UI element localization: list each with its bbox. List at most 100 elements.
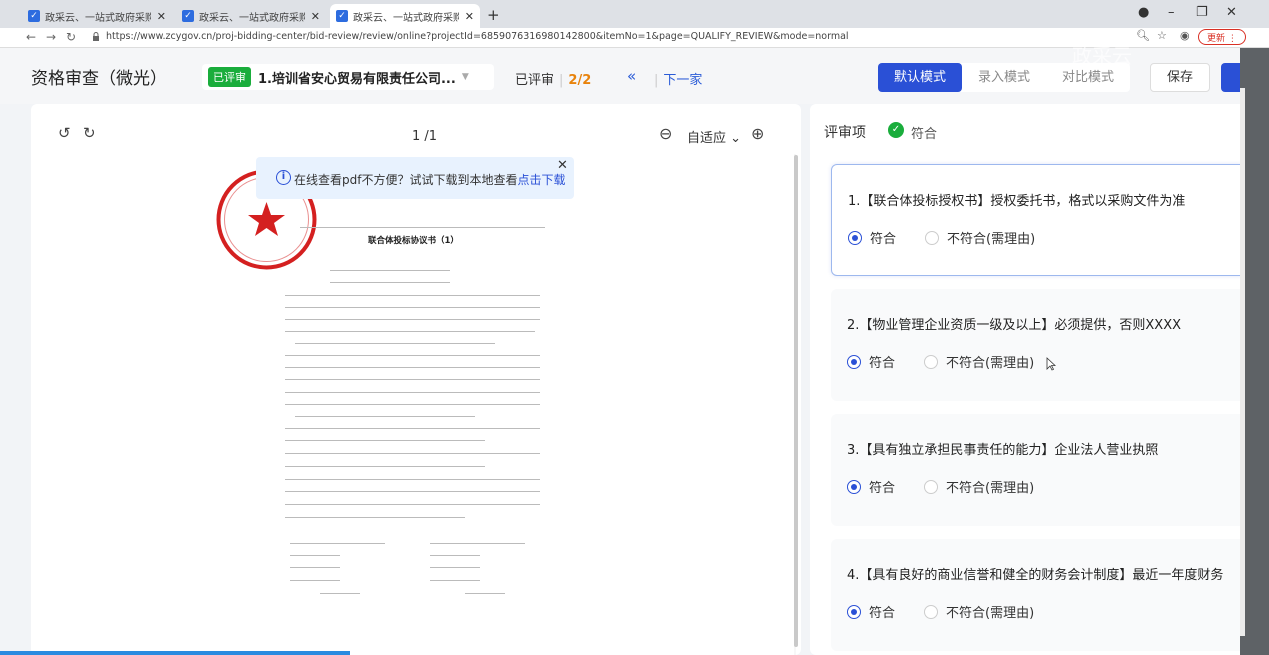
fail-radio[interactable] [924, 354, 939, 369]
pass-radio[interactable] [847, 354, 861, 369]
divider [290, 555, 340, 556]
new-tab-button[interactable]: + [487, 6, 500, 24]
divider [285, 453, 540, 454]
divider [285, 428, 540, 429]
browser-tab-bar: ✓ 政采云、一站式政府采购云平台· ✕ ✓ 政采云、一站式政府采购云平台· ✕ … [0, 0, 1269, 28]
divider [285, 319, 540, 320]
browser-tab-1[interactable]: ✓ 政采云、一站式政府采购云平台· ✕ [22, 4, 172, 28]
pass-radio[interactable] [847, 479, 861, 494]
criterion-card-2[interactable]: 2.【物业管理企业资质一级及以上】必须提供，否则XXXX 符合 不符合(需理由) [831, 289, 1240, 401]
bidder-name: 1.培训省安心贸易有限责任公司... [258, 71, 456, 87]
reload-icon[interactable]: ↻ [66, 30, 76, 44]
review-status: 符合 [911, 127, 938, 142]
close-icon[interactable]: ✕ [157, 10, 166, 23]
page-title: 资格审查（微光） [31, 69, 167, 89]
window-close-icon[interactable]: ✕ [1226, 5, 1237, 20]
divider [285, 404, 540, 405]
rotate-left-icon[interactable]: ↺ [58, 124, 71, 142]
pass-radio[interactable] [847, 604, 861, 619]
divider [285, 379, 540, 380]
fail-radio[interactable] [924, 604, 939, 619]
site-favicon-icon: ✓ [28, 10, 40, 22]
browser-tab-2[interactable]: ✓ 政采云、一站式政府采购云平台· ✕ [176, 4, 326, 28]
bidder-select[interactable]: 已评审 1.培训省安心贸易有限责任公司... ▼ [202, 64, 494, 90]
divider [285, 331, 535, 332]
review-panel: 评审项 ✓ 符合 1.【联合体投标授权书】授权委托书，格式以采购文件为准 符合 … [810, 104, 1240, 655]
update-button[interactable]: 更新 ⋮ [1198, 29, 1246, 45]
url-text[interactable]: https://www.zcygov.cn/proj-bidding-cente… [106, 31, 849, 42]
criterion-card-1[interactable]: 1.【联合体投标授权书】授权委托书，格式以采购文件为准 符合 不符合(需理由) [831, 164, 1240, 276]
divider [285, 440, 485, 441]
info-icon: i [276, 170, 291, 185]
reviewed-count: 2/2 [568, 73, 592, 88]
rotate-right-icon[interactable]: ↻ [83, 124, 96, 142]
review-scrollbar[interactable] [1240, 88, 1245, 636]
watermark-logo: 政采云 [1072, 44, 1132, 68]
zoom-mode-select[interactable]: 自适应 ⌄ [687, 127, 741, 146]
pass-label: 符合 [869, 481, 896, 496]
banner-message: 在线查看pdf不方便？试试下载到本地查看 [294, 173, 518, 187]
site-favicon-icon: ✓ [336, 10, 348, 22]
fail-radio[interactable] [924, 479, 939, 494]
divider [285, 466, 485, 467]
close-icon[interactable]: ✕ [557, 158, 568, 173]
divider [430, 567, 480, 568]
divider [320, 593, 360, 594]
close-icon[interactable]: ✕ [465, 10, 474, 23]
reviewed-label: 已评审 [515, 73, 555, 88]
record-icon[interactable]: ● [1138, 5, 1149, 20]
review-header: 资格审查（微光） 已评审 1.培训省安心贸易有限责任公司... ▼ 已评审 | 2/… [0, 48, 1240, 104]
lock-icon [93, 32, 99, 41]
fail-label: 不符合(需理由) [946, 481, 1035, 496]
pdf-toolbar: ↺ ↻ 1 /1 ⊖ 自适应 ⌄ ⊕ [31, 104, 801, 154]
maximize-icon[interactable]: ❐ [1196, 5, 1208, 20]
zoom-icon[interactable]: 🔍︎ [1136, 29, 1150, 42]
zoom-in-icon[interactable]: ⊕ [751, 124, 764, 143]
page-indicator: 1 /1 [412, 129, 438, 144]
fail-label: 不符合(需理由) [947, 232, 1036, 247]
divider [285, 491, 540, 492]
fail-label: 不符合(需理由) [946, 606, 1035, 621]
divider [290, 567, 340, 568]
divider [285, 517, 465, 518]
mode-entry-button[interactable]: 录入模式 [962, 63, 1046, 92]
criterion-title: 2.【物业管理企业资质一级及以上】必须提供，否则XXXX [847, 318, 1182, 333]
close-icon[interactable]: ✕ [311, 10, 320, 23]
previous-bidder-icon[interactable]: « [627, 67, 636, 85]
fail-label: 不符合(需理由) [946, 356, 1035, 371]
tab-title: 政采云、一站式政府采购云平台· [45, 12, 151, 24]
review-heading: 评审项 [824, 125, 866, 141]
next-bidder-link[interactable]: | 下一家 [654, 69, 702, 88]
criterion-card-3[interactable]: 3.【具有独立承担民事责任的能力】企业法人营业执照 符合 不符合(需理由) [831, 414, 1240, 526]
mode-default-button[interactable]: 默认模式 [878, 63, 963, 92]
bookmark-star-icon[interactable]: ☆ [1157, 29, 1167, 42]
zoom-out-icon[interactable]: ⊖ [659, 124, 672, 143]
check-circle-icon: ✓ [888, 122, 904, 138]
tab-title: 政采云、一站式政府采购云平台· [353, 12, 459, 24]
back-icon[interactable]: ← [26, 30, 36, 44]
forward-icon[interactable]: → [46, 30, 56, 44]
document-scrollbar[interactable] [794, 155, 798, 647]
divider [290, 580, 340, 581]
submit-button[interactable] [1221, 63, 1240, 92]
pass-label: 符合 [869, 356, 896, 371]
document-title: 联合体投标协议书（1） [368, 236, 459, 246]
criterion-title: 3.【具有独立承担民事责任的能力】企业法人营业执照 [847, 443, 1159, 458]
criterion-card-4[interactable]: 4.【具有良好的商业信誉和健全的财务会计制度】最近一年度财务 符合 不符合(需理… [831, 539, 1240, 651]
divider [430, 580, 480, 581]
reviewed-tag: 已评审 [208, 67, 251, 87]
pass-radio[interactable] [848, 230, 862, 245]
chevron-down-icon: ▼ [461, 72, 469, 82]
download-link[interactable]: 点击下载 [517, 173, 565, 187]
mouse-cursor-icon [1046, 357, 1056, 371]
save-button[interactable]: 保存 [1150, 63, 1210, 92]
fail-radio[interactable] [925, 230, 940, 245]
browser-tab-3[interactable]: ✓ 政采云、一站式政府采购云平台· ✕ [330, 4, 480, 28]
minimize-icon[interactable]: – [1168, 5, 1175, 20]
divider [300, 227, 545, 228]
divider [430, 555, 480, 556]
criterion-title: 1.【联合体投标授权书】授权委托书，格式以采购文件为准 [848, 194, 1186, 209]
divider [295, 343, 495, 344]
profile-avatar-icon[interactable]: ◉ [1180, 29, 1190, 42]
divider [430, 543, 525, 544]
